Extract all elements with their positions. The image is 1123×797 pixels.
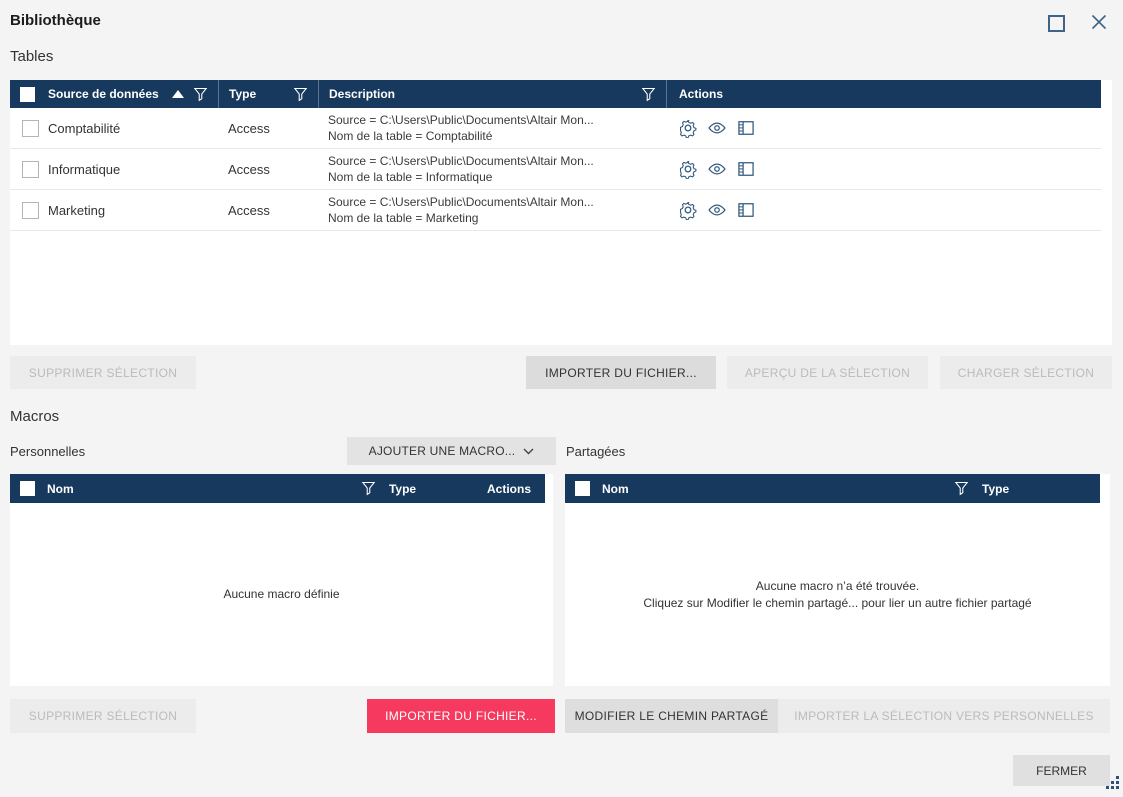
preview-eye-icon[interactable]	[707, 159, 727, 179]
filter-icon[interactable]	[292, 86, 309, 103]
table-row[interactable]: Comptabilité Access Source = C:\Users\Pu…	[10, 108, 1101, 149]
maximize-icon[interactable]	[1048, 15, 1065, 32]
dialog-title: Bibliothèque	[10, 12, 101, 29]
personal-macros-header: Nom Type Actions	[10, 474, 545, 503]
load-table-icon[interactable]	[736, 200, 756, 220]
add-macro-button[interactable]: AJOUTER UNE MACRO...	[347, 437, 556, 465]
filter-icon[interactable]	[640, 86, 657, 103]
row-type: Access	[218, 203, 318, 218]
import-macro-from-file-button[interactable]: IMPORTER DU FICHIER...	[367, 699, 555, 733]
row-name: Marketing	[48, 203, 105, 218]
preview-eye-icon[interactable]	[707, 200, 727, 220]
shared-macros-header: Nom Type	[565, 474, 1100, 503]
column-type[interactable]: Type	[218, 80, 318, 108]
shared-macros-table: Nom Type Aucune macro n’a été trouvée. C…	[565, 474, 1110, 686]
row-description: Source = C:\Users\Public\Documents\Altai…	[318, 153, 666, 185]
column-type: Type	[982, 482, 1100, 496]
import-selection-to-personal-button[interactable]: IMPORTER LA SÉLECTION VERS PERSONNELLES	[778, 699, 1110, 733]
select-all-checkbox[interactable]	[575, 481, 590, 496]
settings-gear-icon[interactable]	[678, 159, 698, 179]
macros-section-label: Macros	[10, 408, 59, 425]
column-actions: Actions	[487, 482, 531, 496]
close-button[interactable]: FERMER	[1013, 755, 1110, 786]
shared-macros-empty-state: Aucune macro n’a été trouvée. Cliquez su…	[565, 503, 1110, 686]
row-checkbox[interactable]	[22, 161, 39, 178]
row-description: Source = C:\Users\Public\Documents\Altai…	[318, 112, 666, 144]
row-actions	[666, 200, 1101, 220]
settings-gear-icon[interactable]	[678, 200, 698, 220]
select-all-checkbox[interactable]	[20, 481, 35, 496]
personal-macros-table: Nom Type Actions Aucune macro définie	[10, 474, 553, 686]
row-actions	[666, 118, 1101, 138]
select-all-checkbox[interactable]	[20, 87, 35, 102]
chevron-down-icon	[523, 448, 534, 455]
delete-selection-button[interactable]: SUPPRIMER SÉLECTION	[10, 356, 196, 389]
column-name: Nom	[47, 482, 74, 496]
personal-macros-empty-state: Aucune macro définie	[10, 503, 553, 686]
column-name: Nom	[602, 482, 629, 496]
preview-selection-button[interactable]: APERÇU DE LA SÉLECTION	[727, 356, 928, 389]
table-row[interactable]: Informatique Access Source = C:\Users\Pu…	[10, 149, 1101, 190]
tables-table: Source de données Type Description	[10, 80, 1112, 345]
row-checkbox[interactable]	[22, 120, 39, 137]
sort-ascending-icon[interactable]	[172, 90, 184, 98]
tables-section-label: Tables	[10, 48, 53, 65]
column-source[interactable]: Source de données	[10, 80, 218, 108]
column-actions: Actions	[666, 80, 1101, 108]
delete-macro-selection-button[interactable]: SUPPRIMER SÉLECTION	[10, 699, 196, 733]
shared-macros-label: Partagées	[566, 444, 625, 459]
row-name: Comptabilité	[48, 121, 120, 136]
personal-macros-label: Personnelles	[10, 444, 85, 459]
load-table-icon[interactable]	[736, 159, 756, 179]
library-dialog: Bibliothèque Tables Source de données Ty…	[0, 0, 1123, 797]
row-actions	[666, 159, 1101, 179]
column-description[interactable]: Description	[318, 80, 666, 108]
row-checkbox[interactable]	[22, 202, 39, 219]
tables-table-header: Source de données Type Description	[10, 80, 1101, 108]
resize-grip[interactable]	[1105, 775, 1120, 795]
filter-icon[interactable]	[192, 86, 209, 103]
close-icon[interactable]	[1090, 13, 1108, 31]
filter-icon[interactable]	[360, 480, 377, 497]
import-from-file-button[interactable]: IMPORTER DU FICHIER...	[526, 356, 716, 389]
filter-icon[interactable]	[953, 480, 970, 497]
load-table-icon[interactable]	[736, 118, 756, 138]
column-type: Type	[389, 482, 487, 496]
settings-gear-icon[interactable]	[678, 118, 698, 138]
modify-shared-path-button[interactable]: MODIFIER LE CHEMIN PARTAGÉ	[565, 699, 778, 733]
table-row[interactable]: Marketing Access Source = C:\Users\Publi…	[10, 190, 1101, 231]
row-description: Source = C:\Users\Public\Documents\Altai…	[318, 194, 666, 226]
row-type: Access	[218, 162, 318, 177]
row-name: Informatique	[48, 162, 120, 177]
preview-eye-icon[interactable]	[707, 118, 727, 138]
row-type: Access	[218, 121, 318, 136]
load-selection-button[interactable]: CHARGER SÉLECTION	[940, 356, 1112, 389]
